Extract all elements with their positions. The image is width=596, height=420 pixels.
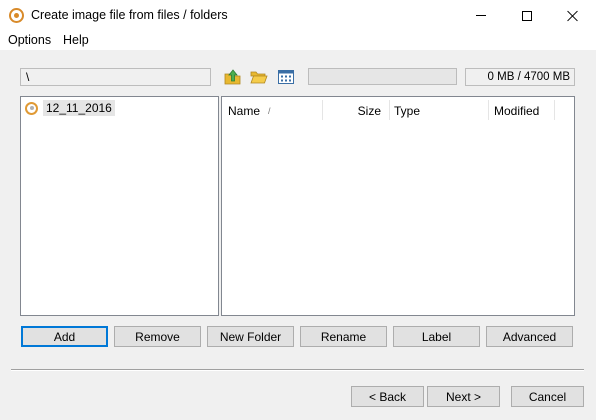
column-header-size[interactable]: Size	[323, 97, 385, 123]
folder-tree[interactable]: 12_11_2016	[20, 96, 219, 316]
column-separator[interactable]	[554, 100, 555, 120]
disc-icon	[9, 8, 24, 23]
minimize-button[interactable]	[458, 0, 504, 31]
open-folder-icon[interactable]	[250, 68, 268, 86]
close-button[interactable]	[550, 0, 596, 31]
new-folder-button[interactable]: New Folder	[207, 326, 294, 347]
close-icon	[567, 10, 579, 22]
menu-options[interactable]: Options	[8, 33, 51, 47]
tree-item-label: 12_11_2016	[43, 100, 115, 116]
title-bar: Create image file from files / folders	[0, 0, 596, 31]
label-button[interactable]: Label	[393, 326, 480, 347]
size-display: 0 MB / 4700 MB	[465, 68, 575, 86]
column-header-name[interactable]: Name	[228, 97, 323, 123]
remove-button[interactable]: Remove	[114, 326, 201, 347]
divider	[11, 369, 584, 371]
column-header-type[interactable]: Type	[394, 97, 489, 123]
maximize-button[interactable]	[504, 0, 550, 31]
menu-help[interactable]: Help	[63, 33, 89, 47]
advanced-button[interactable]: Advanced	[486, 326, 573, 347]
column-header-modified[interactable]: Modified	[494, 97, 556, 123]
next-button[interactable]: Next >	[427, 386, 500, 407]
capacity-progress-bar	[308, 68, 457, 85]
file-list[interactable]: Name / Size Type Modified	[221, 96, 575, 316]
disc-icon	[25, 101, 38, 115]
folder-up-icon[interactable]	[224, 68, 242, 86]
sort-indicator-icon: /	[268, 106, 271, 116]
column-separator[interactable]	[389, 100, 390, 120]
window-title: Create image file from files / folders	[31, 8, 228, 22]
menu-bar: Options Help	[0, 31, 596, 51]
minimize-icon	[476, 15, 486, 16]
column-separator[interactable]	[488, 100, 489, 120]
tree-item-root[interactable]: 12_11_2016	[25, 100, 115, 116]
maximize-icon	[522, 10, 532, 21]
rename-button[interactable]: Rename	[300, 326, 387, 347]
back-button[interactable]: < Back	[351, 386, 424, 407]
grid-view-icon[interactable]	[277, 68, 295, 86]
path-field: \	[20, 68, 211, 86]
add-button[interactable]: Add	[21, 326, 108, 347]
cancel-button[interactable]: Cancel	[511, 386, 584, 407]
